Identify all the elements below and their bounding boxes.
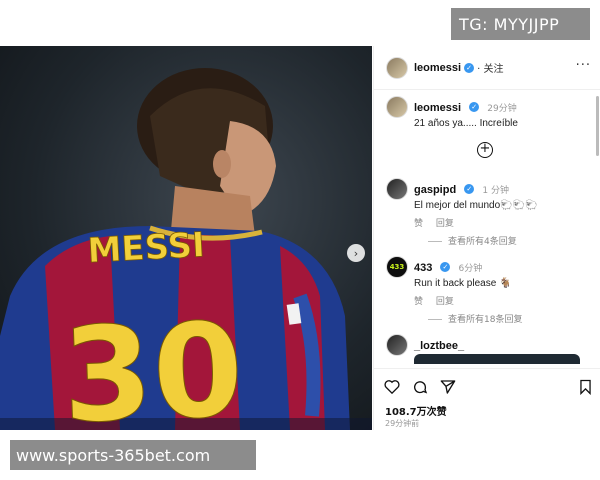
watermark-bottom: www.sports-365bet.com <box>10 440 256 470</box>
caption-text: 21 años ya..... Increíble <box>414 118 518 129</box>
comment-username[interactable]: gaspipd <box>414 184 456 196</box>
comment: _loztbee_ <box>386 334 591 356</box>
post-time: 29分钟前 <box>385 419 420 428</box>
reply-button[interactable]: 回复 <box>436 219 454 229</box>
plus-circle-icon[interactable]: + <box>477 142 493 158</box>
like-comment-button[interactable]: 赞 <box>414 219 423 229</box>
jersey-number-text: 30 <box>60 294 246 430</box>
avatar[interactable] <box>386 334 408 356</box>
comment-text: El mejor del mundo🐑🐑🐑 <box>414 200 538 211</box>
comment-time: 1 分钟 <box>482 186 509 196</box>
caption-username[interactable]: leomessi <box>414 102 461 114</box>
action-bar: 108.7万次赞 29分钟前 <box>374 368 600 430</box>
jersey-name-text: MESSI <box>87 225 206 271</box>
comment-time: 6分钟 <box>458 264 483 274</box>
post-side-panel: leomessi ✓ · 关注 ··· leomessi ✓ 29分钟 21 a… <box>373 46 600 430</box>
reply-button[interactable]: 回复 <box>436 297 454 307</box>
like-count[interactable]: 108.7万次赞 <box>385 403 447 418</box>
comment-image-preview <box>414 354 580 364</box>
share-icon[interactable] <box>440 379 456 395</box>
instagram-post: MESSI 30 › leomessi ✓ · 关注 ··· leomessi … <box>0 46 600 430</box>
caption-time: 29分钟 <box>487 104 517 114</box>
verified-icon: ✓ <box>469 101 480 112</box>
more-icon[interactable]: ··· <box>576 58 591 73</box>
watermark-top: TG: MYYJJPP <box>451 8 590 40</box>
follow-button[interactable]: · 关注 <box>477 60 503 75</box>
post-header: leomessi ✓ · 关注 ··· <box>374 46 600 90</box>
bookmark-icon[interactable] <box>579 379 592 395</box>
comment-text: Run it back please 🐐 <box>414 278 512 289</box>
header-username[interactable]: leomessi <box>414 62 461 74</box>
comment: 433 433 ✓ 6分钟 Run it back please 🐐 赞 回复 <box>386 256 591 307</box>
avatar[interactable] <box>386 96 408 118</box>
comment-icon[interactable] <box>412 379 428 395</box>
view-replies-link[interactable]: 查看所有4条回复 <box>428 234 517 247</box>
comment-username[interactable]: 433 <box>414 262 432 274</box>
avatar[interactable] <box>386 56 408 79</box>
comment: gaspipd ✓ 1 分钟 El mejor del mundo🐑🐑🐑 赞 回… <box>386 178 591 229</box>
scrollbar[interactable] <box>596 96 599 156</box>
heart-icon[interactable] <box>384 379 400 394</box>
post-photo: MESSI 30 › <box>0 46 372 430</box>
caption: leomessi ✓ 29分钟 21 años ya..... Increíbl… <box>386 96 591 129</box>
next-photo-button[interactable]: › <box>347 244 365 262</box>
comment-username[interactable]: _loztbee_ <box>414 340 464 352</box>
verified-icon: ✓ <box>440 261 451 272</box>
view-replies-link[interactable]: 查看所有18条回复 <box>428 312 522 325</box>
verified-icon: ✓ <box>464 62 475 73</box>
avatar[interactable]: 433 <box>386 256 408 278</box>
verified-icon: ✓ <box>464 183 475 194</box>
avatar[interactable] <box>386 178 408 200</box>
messi-jersey-illustration: MESSI 30 <box>0 68 372 430</box>
like-comment-button[interactable]: 赞 <box>414 297 423 307</box>
chevron-right-icon: › <box>353 246 359 260</box>
